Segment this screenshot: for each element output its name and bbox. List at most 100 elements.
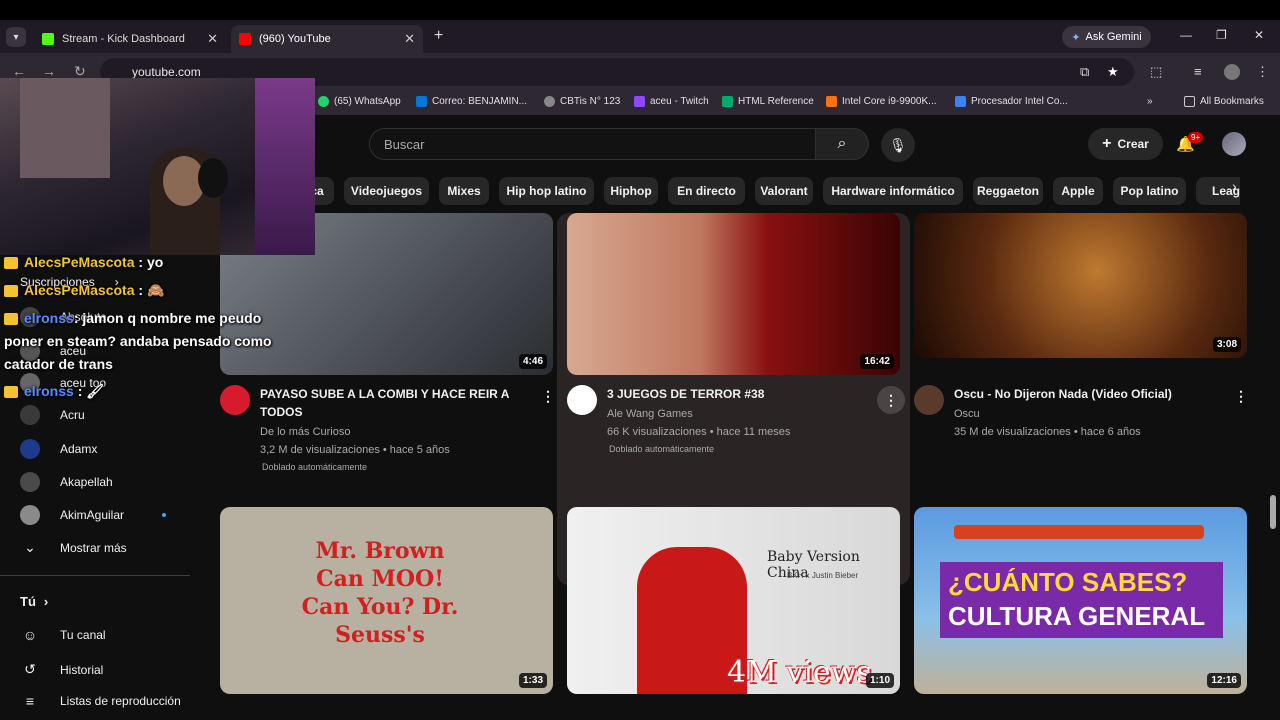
sidebar-sub-item[interactable]: AkimAguilar — [20, 505, 124, 525]
plus-icon: + — [1102, 135, 1112, 152]
search-input[interactable]: Buscar — [369, 128, 816, 160]
close-tab-icon[interactable]: ✕ — [404, 31, 415, 47]
channel-avatar — [20, 505, 40, 525]
chip[interactable]: Videojuegos — [344, 177, 429, 205]
install-app-icon[interactable]: ⧉ — [1080, 64, 1089, 80]
sidebar-sub-item[interactable]: Akapellah — [20, 472, 113, 492]
sidebar-sub-item[interactable]: Adamx — [20, 439, 97, 459]
channel-name[interactable]: Ale Wang Games — [607, 405, 693, 423]
chips-next-icon[interactable]: › — [1232, 178, 1237, 194]
show-more-button[interactable]: ⌄ Mostrar más — [20, 539, 127, 556]
profile-avatar[interactable] — [1224, 64, 1240, 80]
bookmarks-overflow-icon[interactable]: » — [1147, 96, 1153, 107]
video-menu-icon[interactable]: ⋮ — [541, 388, 555, 405]
divider — [0, 575, 190, 576]
bookmark-whatsapp[interactable]: (65) WhatsApp — [318, 96, 401, 107]
sidebar-item-history[interactable]: ↺ Historial — [20, 661, 103, 678]
emoji-icon: 🙈 — [146, 282, 165, 298]
bookmark-correo[interactable]: Correo: BENJAMIN... — [416, 96, 527, 107]
video-thumbnail[interactable]: 16:42 — [567, 213, 900, 375]
all-bookmarks-button[interactable]: All Bookmarks — [1184, 96, 1264, 107]
video-duration: 4:46 — [518, 354, 547, 369]
shelf-decor — [20, 78, 110, 178]
thumbnail-subtext: CULTURA GENERAL — [948, 601, 1206, 631]
chip[interactable]: En directo — [668, 177, 745, 205]
thumbnail-text: ¿CUÁNTO SABES? — [948, 567, 1188, 597]
back-button[interactable]: ← — [12, 63, 26, 79]
sidebar-sub-item[interactable]: Acru — [20, 405, 85, 425]
you-header[interactable]: Tú › — [20, 594, 48, 609]
channel-name[interactable]: De lo más Curioso — [260, 423, 350, 441]
channel-name: Akapellah — [60, 475, 113, 489]
chat-message: AlecsPeMascota : yo — [4, 251, 163, 274]
page-scrollbar[interactable] — [1270, 495, 1276, 529]
sidebar-item-your-channel[interactable]: ☺ Tu canal — [20, 627, 106, 643]
chip[interactable]: Apple — [1053, 177, 1103, 205]
chat-message: AlecsPeMascota : 🙈 — [4, 279, 164, 302]
menu-kebab-icon[interactable]: ⋮ — [1256, 64, 1269, 80]
crown-badge-icon — [4, 257, 18, 270]
restore-button[interactable]: ❐ — [1216, 28, 1227, 42]
video-thumbnail[interactable]: Baby Version China BKH x Justin Bieber 4… — [567, 507, 900, 694]
playlist-icon: ≡ — [25, 693, 35, 709]
dubbed-label: Doblado automáticamente — [609, 444, 715, 454]
tab-kick[interactable]: Stream - Kick Dashboard ✕ — [34, 25, 226, 53]
video-menu-icon[interactable]: ⋮ — [877, 386, 905, 414]
bookmark-html-reference[interactable]: HTML Reference — [722, 96, 814, 107]
chip[interactable]: Reggaeton — [973, 177, 1043, 205]
bookmark-intel-core[interactable]: Intel Core i9-9900K... — [826, 96, 937, 107]
voice-search-button[interactable]: 🎙 — [881, 128, 915, 162]
bookmark-cbtis[interactable]: CBTis N° 123 — [544, 96, 620, 107]
chip[interactable]: Mixes — [439, 177, 489, 205]
video-thumbnail[interactable]: ¿CUÁNTO SABES? CULTURA GENERAL 12:16 — [914, 507, 1247, 694]
video-thumbnail[interactable]: Mr. Brown Can MOO! Can You? Dr. Seuss's … — [220, 507, 553, 694]
chip[interactable]: Pop latino — [1113, 177, 1186, 205]
webcam-overlay — [0, 78, 315, 255]
dubbed-label: Doblado automáticamente — [262, 462, 368, 472]
new-tab-button[interactable]: + — [434, 27, 443, 45]
channel-avatar[interactable] — [567, 385, 597, 415]
ask-gemini-button[interactable]: ✦ Ask Gemini — [1062, 26, 1151, 48]
account-avatar[interactable] — [1222, 132, 1246, 156]
user-icon: ☺ — [22, 627, 38, 643]
chat-text: : yo — [138, 254, 164, 270]
video-title[interactable]: Oscu - No Dijeron Nada (Video Oficial) — [954, 385, 1224, 403]
tab-search-dropdown[interactable]: ▾ — [6, 27, 26, 47]
video-thumbnail[interactable]: 3:08 — [914, 213, 1247, 358]
crown-badge-icon — [4, 313, 18, 326]
chip[interactable]: Hip hop latino — [499, 177, 594, 205]
bookmark-twitch[interactable]: aceu - Twitch — [634, 96, 709, 107]
chip[interactable]: Valorant — [755, 177, 813, 205]
tab-youtube[interactable]: (960) YouTube ✕ — [231, 25, 423, 53]
close-tab-icon[interactable]: ✕ — [207, 31, 218, 47]
you-header-label: Tú — [20, 594, 36, 609]
url-text: youtube.com — [132, 65, 201, 79]
search-button[interactable]: ⌕ — [815, 128, 869, 160]
chip[interactable]: Hardware informático — [823, 177, 963, 205]
create-button[interactable]: + Crear — [1088, 128, 1163, 160]
chip[interactable]: Hiphop — [604, 177, 658, 205]
chat-username: elronss — [24, 310, 74, 326]
kick-favicon-icon — [42, 33, 54, 45]
forward-button[interactable]: → — [42, 63, 56, 79]
chat-text: : — [138, 282, 144, 298]
torii-gate — [954, 525, 1204, 539]
close-window-button[interactable]: ✕ — [1254, 28, 1264, 42]
video-title[interactable]: 3 JUEGOS DE TERROR #38 — [607, 385, 867, 403]
media-control-icon[interactable]: ≡ — [1194, 64, 1202, 79]
bookmark-procesador[interactable]: Procesador Intel Co... — [955, 96, 1068, 107]
channel-avatar[interactable] — [220, 385, 250, 415]
bookmark-star-icon[interactable]: ★ — [1107, 64, 1119, 80]
sidebar-label: Listas de reproducción — [60, 694, 181, 708]
channel-avatar — [20, 472, 40, 492]
extensions-icon[interactable]: ⬚ — [1150, 64, 1162, 80]
channel-avatar[interactable] — [914, 385, 944, 415]
video-duration: 1:10 — [865, 673, 894, 688]
video-title[interactable]: PAYASO SUBE A LA COMBI Y HACE REIR A TOD… — [260, 385, 530, 421]
emoji-icon: 🖌 — [86, 383, 105, 399]
thumbnail-big-text: 4M views — [727, 655, 872, 690]
channel-name[interactable]: Oscu — [954, 405, 980, 423]
minimize-button[interactable]: — — [1180, 28, 1192, 42]
sidebar-item-playlists[interactable]: ≡ Listas de reproducción — [20, 693, 181, 709]
video-menu-icon[interactable]: ⋮ — [1234, 388, 1248, 405]
